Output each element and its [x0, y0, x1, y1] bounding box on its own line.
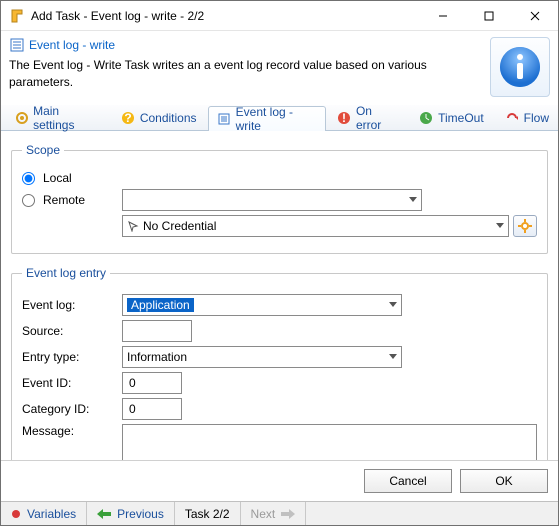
footer-buttons: Cancel OK	[1, 460, 558, 493]
close-button[interactable]	[512, 1, 558, 31]
status-previous[interactable]: Previous	[87, 502, 175, 525]
scope-remote-row: Remote	[22, 189, 537, 211]
gear-color-icon	[518, 219, 532, 233]
scope-legend: Scope	[22, 143, 64, 157]
radio-remote-label: Remote	[43, 193, 85, 207]
ok-label: OK	[495, 474, 512, 488]
tab-flow[interactable]: Flow	[495, 105, 558, 130]
scope-group: Scope Local Remote	[11, 143, 548, 254]
eventlog-row: Event log: Application	[22, 294, 537, 316]
entry-legend: Event log entry	[22, 266, 110, 280]
flow-icon	[504, 110, 520, 126]
header-title-row: Event log - write	[9, 37, 490, 53]
credential-value: No Credential	[143, 219, 216, 233]
svg-text:?: ?	[124, 111, 131, 125]
chevron-down-icon	[383, 354, 397, 360]
credential-settings-button[interactable]	[513, 215, 537, 237]
message-label: Message:	[22, 424, 122, 438]
eventid-input-field[interactable]	[127, 373, 177, 393]
cancel-button[interactable]: Cancel	[364, 469, 452, 493]
message-row: Message:	[22, 424, 537, 460]
categoryid-label: Category ID:	[22, 402, 122, 416]
entrytype-row: Entry type: Information	[22, 346, 537, 368]
tab-label: Conditions	[140, 111, 197, 125]
minimize-button[interactable]	[420, 1, 466, 31]
categoryid-input[interactable]	[122, 398, 182, 420]
eventlog-label: Event log:	[22, 298, 122, 312]
entrytype-value: Information	[127, 350, 187, 364]
status-next-label: Next	[251, 507, 276, 521]
variables-icon	[11, 509, 21, 519]
chevron-down-icon	[383, 302, 397, 308]
source-row: Source:	[22, 320, 537, 342]
info-icon	[490, 37, 550, 97]
header-title: Event log - write	[29, 38, 115, 52]
categoryid-row: Category ID:	[22, 398, 537, 420]
question-icon: ?	[120, 110, 136, 126]
tab-label: Event log - write	[236, 105, 317, 133]
radio-local-input[interactable]	[22, 172, 35, 185]
status-bar: Variables Previous Task 2/2 Next	[1, 501, 558, 525]
tab-label: TimeOut	[438, 111, 484, 125]
source-input[interactable]	[122, 320, 192, 342]
header-description: The Event log - Write Task writes an a e…	[9, 57, 429, 91]
radio-local[interactable]: Local	[22, 171, 72, 185]
app-icon	[9, 8, 25, 24]
categoryid-input-field[interactable]	[127, 399, 177, 419]
status-task-label: Task 2/2	[185, 507, 230, 521]
ok-button[interactable]: OK	[460, 469, 548, 493]
tab-main-settings[interactable]: Main settings	[5, 105, 109, 130]
remote-host-combo[interactable]	[122, 189, 422, 211]
svg-text:!: !	[342, 111, 346, 125]
source-label: Source:	[22, 324, 122, 338]
tab-label: Flow	[524, 111, 549, 125]
tab-on-error[interactable]: ! On error	[328, 105, 407, 130]
entrytype-combo[interactable]: Information	[122, 346, 402, 368]
credential-combo[interactable]: No Credential	[122, 215, 509, 237]
tab-label: Main settings	[33, 104, 100, 132]
chevron-down-icon	[403, 197, 417, 203]
tab-label: On error	[356, 104, 398, 132]
gear-icon	[14, 110, 29, 126]
window-title: Add Task - Event log - write - 2/2	[31, 9, 420, 23]
pointer-icon	[127, 220, 139, 232]
eventid-input[interactable]	[122, 372, 182, 394]
status-variables[interactable]: Variables	[1, 502, 87, 525]
dialog-window: Add Task - Event log - write - 2/2 Event…	[0, 0, 559, 526]
cancel-label: Cancel	[389, 474, 426, 488]
entrytype-label: Entry type:	[22, 350, 122, 364]
event-log-icon	[217, 111, 232, 127]
eventid-label: Event ID:	[22, 376, 122, 390]
tab-timeout[interactable]: TimeOut	[409, 105, 493, 130]
source-input-field[interactable]	[127, 321, 187, 341]
eventlog-combo[interactable]: Application	[122, 294, 402, 316]
radio-remote[interactable]: Remote	[22, 193, 122, 207]
eventlog-value: Application	[127, 298, 194, 312]
message-input[interactable]	[122, 424, 537, 460]
credential-row: No Credential	[22, 215, 537, 237]
header-left: Event log - write The Event log - Write …	[9, 37, 490, 97]
arrow-right-icon	[281, 509, 295, 519]
chevron-down-icon	[490, 223, 504, 229]
eventid-row: Event ID:	[22, 372, 537, 394]
status-previous-label: Previous	[117, 507, 164, 521]
scope-local-row: Local	[22, 171, 537, 185]
error-icon: !	[337, 110, 352, 126]
status-task: Task 2/2	[175, 502, 241, 525]
status-next[interactable]: Next	[241, 502, 307, 525]
entry-group: Event log entry Event log: Application S…	[11, 266, 548, 460]
radio-local-label: Local	[43, 171, 72, 185]
radio-remote-input[interactable]	[22, 194, 35, 207]
titlebar: Add Task - Event log - write - 2/2	[1, 1, 558, 31]
clock-icon	[418, 110, 434, 126]
tab-conditions[interactable]: ? Conditions	[111, 105, 206, 130]
arrow-left-icon	[97, 509, 111, 519]
event-log-icon	[9, 37, 25, 53]
tab-content: Scope Local Remote	[1, 131, 558, 460]
tab-event-log-write[interactable]: Event log - write	[208, 106, 326, 131]
header: Event log - write The Event log - Write …	[1, 31, 558, 105]
maximize-button[interactable]	[466, 1, 512, 31]
status-variables-label: Variables	[27, 507, 76, 521]
tab-strip: Main settings ? Conditions Event log - w…	[1, 105, 558, 131]
